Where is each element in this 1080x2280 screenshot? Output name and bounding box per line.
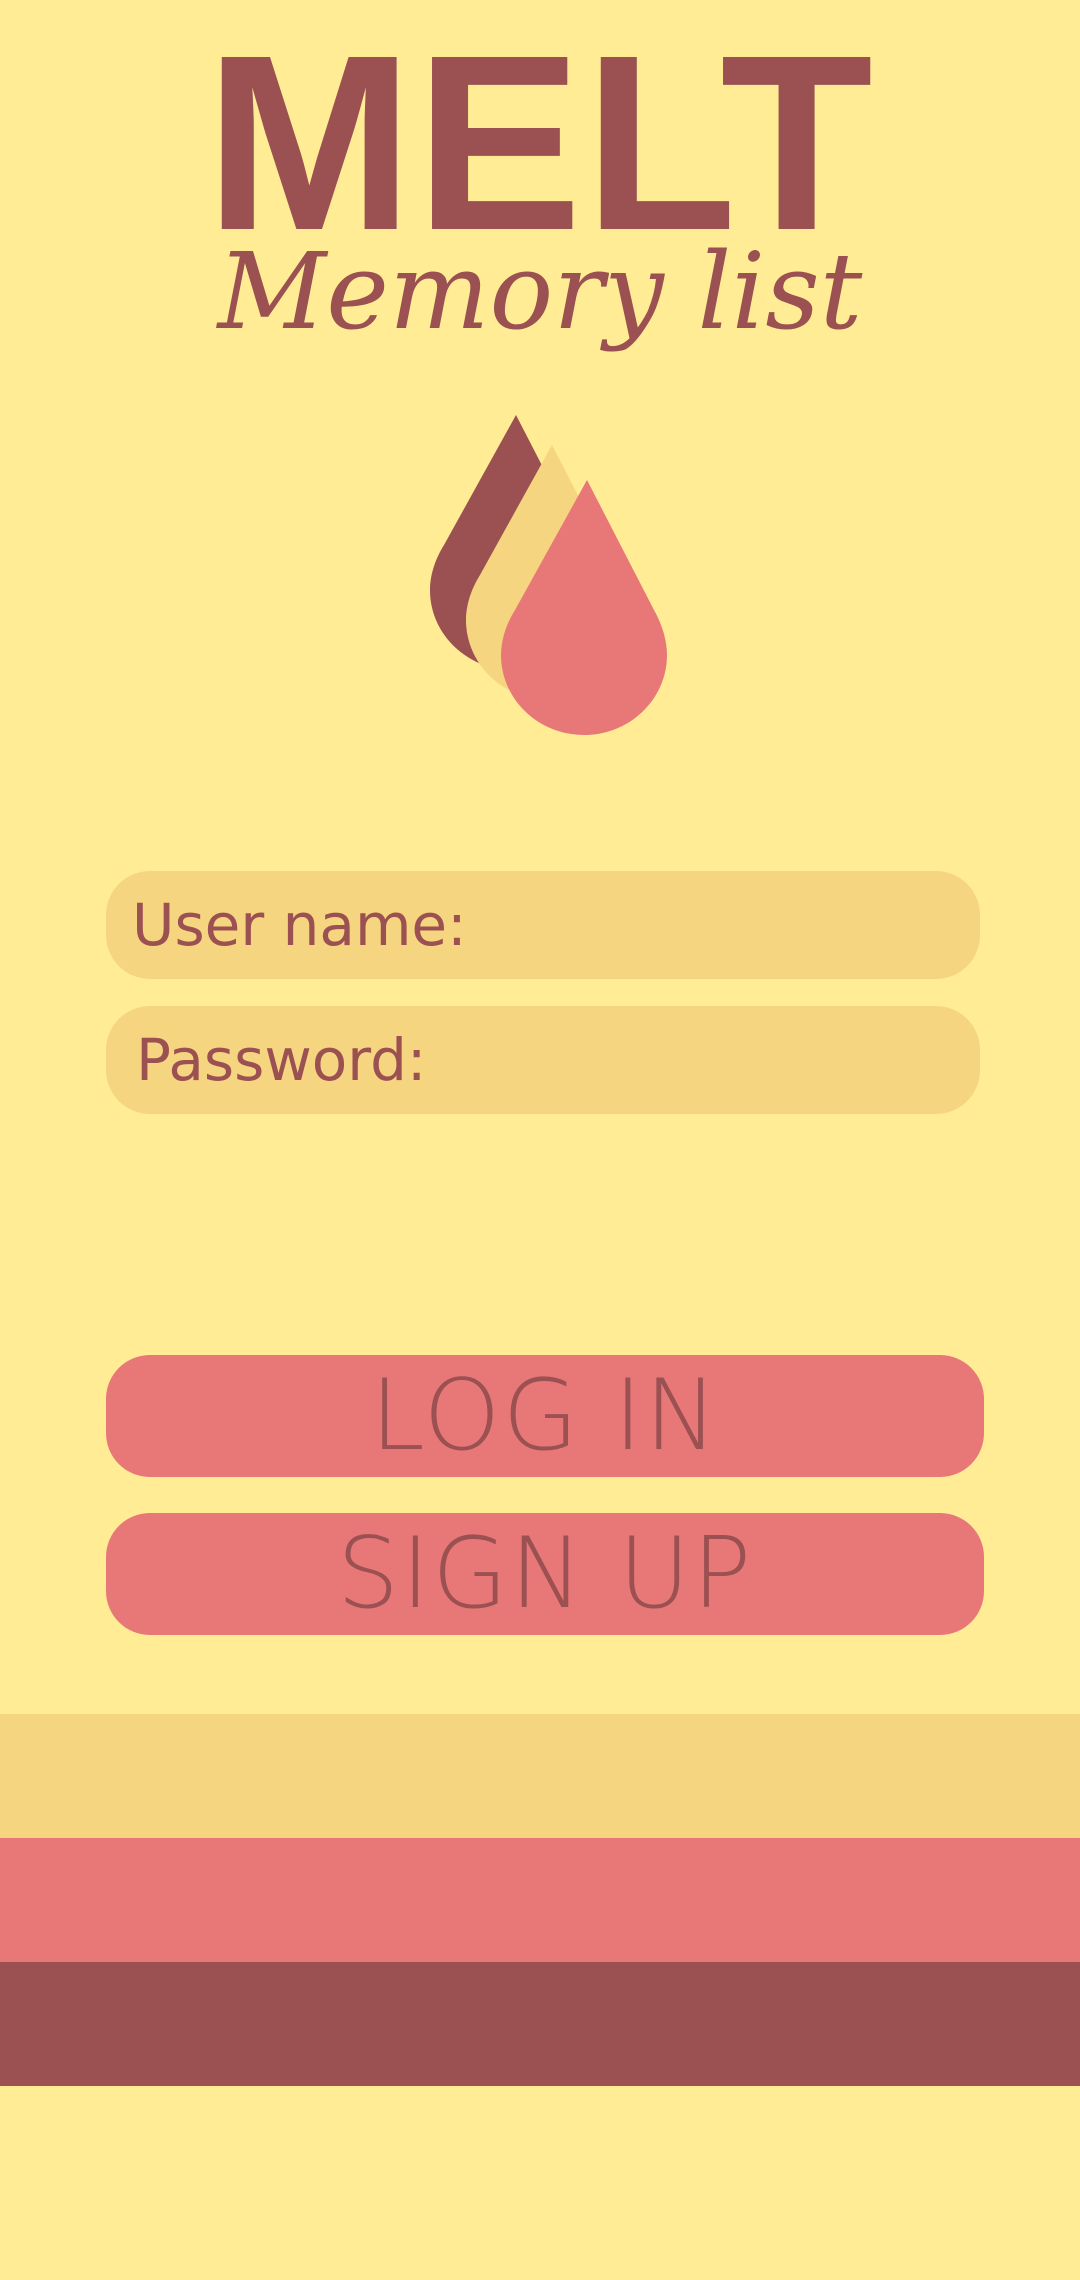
password-field[interactable] bbox=[106, 1006, 980, 1114]
password-input[interactable] bbox=[106, 1006, 980, 1114]
footer-band-dark bbox=[0, 1962, 1080, 2086]
footer-band-pink bbox=[0, 1838, 1080, 1962]
footer-band-yellow bbox=[0, 1714, 1080, 1838]
app-subtitle: Memory list bbox=[217, 230, 863, 353]
username-field[interactable] bbox=[106, 871, 980, 979]
melting-drops-logo-icon bbox=[430, 415, 667, 735]
login-button[interactable]: LOG IN bbox=[106, 1355, 984, 1477]
signup-button[interactable]: SIGN UP bbox=[106, 1513, 984, 1635]
username-input[interactable] bbox=[106, 871, 980, 979]
